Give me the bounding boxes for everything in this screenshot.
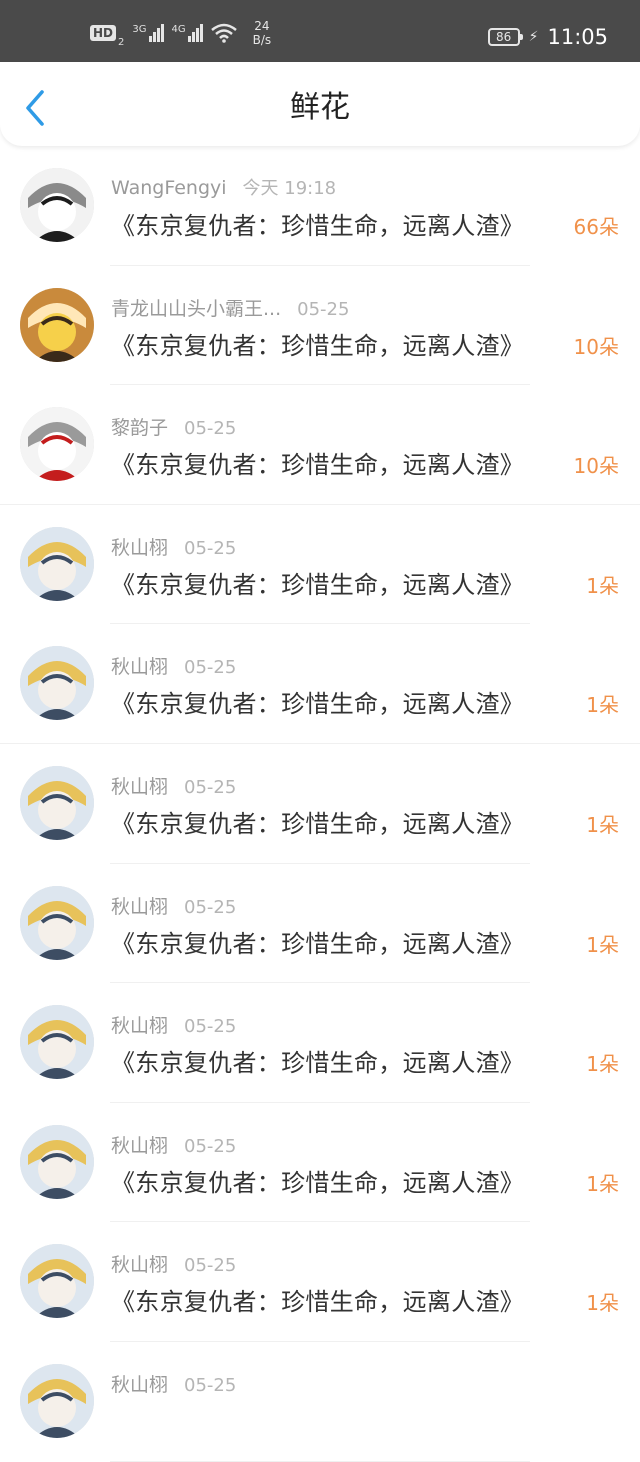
user-name[interactable]: 秋山栩 xyxy=(111,1370,168,1397)
item-meta: 秋山栩 05-25 xyxy=(111,1131,236,1158)
wifi-icon xyxy=(210,23,237,43)
user-name[interactable]: 秋山栩 xyxy=(111,1250,168,1277)
flower-count: 1朵 xyxy=(586,932,619,957)
timestamp: 05-25 xyxy=(184,418,237,440)
book-title[interactable]: 《东京复仇者：珍惜生命，远离人渣》 xyxy=(111,1163,524,1198)
book-title[interactable]: 《东京复仇者：珍惜生命，远离人渣》 xyxy=(111,924,524,959)
item-meta: WangFengyi 今天 19:18 xyxy=(111,174,336,200)
network-speed: 24 B/s xyxy=(253,19,272,47)
list-item[interactable]: WangFengyi 今天 19:18 《东京复仇者：珍惜生命，远离人渣》 66朵 xyxy=(0,146,640,266)
list-item[interactable]: 秋山栩 05-25 《东京复仇者：珍惜生命，远离人渣》 1朵 xyxy=(0,983,640,1103)
avatar[interactable] xyxy=(20,646,94,721)
item-meta: 秋山栩 05-25 xyxy=(111,652,236,679)
status-time: 11:05 xyxy=(547,25,608,49)
user-name[interactable]: 青龙山山头小霸王... xyxy=(111,294,281,321)
nav-bar: 鲜花 xyxy=(0,62,640,146)
avatar[interactable] xyxy=(20,407,94,482)
flower-count: 10朵 xyxy=(573,454,619,479)
book-title[interactable]: 《东京复仇者：珍惜生命，远离人渣》 xyxy=(111,565,524,600)
item-meta: 黎韵子 05-25 xyxy=(111,413,236,440)
speed-value: 24 xyxy=(254,19,270,33)
hd-badge: HD xyxy=(90,25,117,41)
user-name[interactable]: 秋山栩 xyxy=(111,1131,168,1158)
charging-icon: ⚡ xyxy=(528,29,539,45)
book-title[interactable]: 《东京复仇者：珍惜生命，远离人渣》 xyxy=(111,804,524,839)
list-item[interactable]: 秋山栩 05-25 《东京复仇者：珍惜生命，远离人渣》 1朵 xyxy=(0,744,640,864)
timestamp: 05-25 xyxy=(184,1135,237,1157)
flower-count: 1朵 xyxy=(586,812,619,837)
avatar[interactable] xyxy=(20,526,94,601)
status-bar-left: HD 2 3G 4G 24 B/s xyxy=(90,18,271,48)
signal-4g-icon: 4G xyxy=(172,24,203,42)
avatar[interactable] xyxy=(20,1124,94,1199)
book-title[interactable]: 《东京复仇者：珍惜生命，远离人渣》 xyxy=(111,326,524,361)
timestamp: 05-25 xyxy=(184,776,237,798)
user-name[interactable]: 秋山栩 xyxy=(111,772,168,799)
avatar[interactable] xyxy=(20,885,94,960)
timestamp: 今天 19:18 xyxy=(242,178,337,199)
speed-unit: B/s xyxy=(252,33,272,47)
item-meta: 秋山栩 05-25 xyxy=(111,533,236,560)
flower-list: WangFengyi 今天 19:18 《东京复仇者：珍惜生命，远离人渣》 66朵青龙… xyxy=(0,146,640,1462)
item-meta: 青龙山山头小霸王... 05-25 xyxy=(111,294,349,321)
book-title[interactable]: 《东京复仇者：珍惜生命，远离人渣》 xyxy=(111,684,524,719)
divider xyxy=(110,1460,530,1462)
item-meta: 秋山栩 05-25 xyxy=(111,1370,236,1397)
signal-3g-icon: 3G xyxy=(132,24,164,42)
item-meta: 秋山栩 05-25 xyxy=(111,772,236,799)
list-item[interactable]: 黎韵子 05-25 《东京复仇者：珍惜生命，远离人渣》 10朵 xyxy=(0,385,640,505)
user-name[interactable]: 秋山栩 xyxy=(111,652,168,679)
timestamp: 05-25 xyxy=(184,1016,237,1038)
book-title[interactable]: 《东京复仇者：珍惜生命，远离人渣》 xyxy=(111,445,524,480)
timestamp: 05-25 xyxy=(184,896,237,918)
timestamp: 05-25 xyxy=(184,1374,237,1396)
item-meta: 秋山栩 05-25 xyxy=(111,1011,236,1038)
flower-count: 1朵 xyxy=(586,573,619,598)
flower-count: 1朵 xyxy=(586,1052,619,1077)
timestamp: 05-25 xyxy=(184,1255,237,1277)
list-item[interactable]: 青龙山山头小霸王... 05-25 《东京复仇者：珍惜生命，远离人渣》 10朵 xyxy=(0,266,640,386)
list-item[interactable]: 秋山栩 05-25 《东京复仇者：珍惜生命，远离人渣》 1朵 xyxy=(0,624,640,744)
avatar[interactable] xyxy=(20,287,94,362)
avatar[interactable] xyxy=(20,765,94,840)
flower-count: 10朵 xyxy=(573,334,619,359)
sim-label: 2 xyxy=(118,37,125,48)
status-bar: HD 2 3G 4G 24 B/s 86 ⚡ 11:05 xyxy=(0,0,640,62)
status-bar-right: 86 ⚡ 11:05 xyxy=(487,22,608,52)
user-name[interactable]: 秋山栩 xyxy=(111,533,168,560)
list-item[interactable]: 秋山栩 05-25 xyxy=(0,1342,640,1462)
flower-count: 1朵 xyxy=(586,693,619,718)
battery-icon: 86 xyxy=(487,28,523,46)
list-item[interactable]: 秋山栩 05-25 《东京复仇者：珍惜生命，远离人渣》 1朵 xyxy=(0,1103,640,1223)
book-title[interactable]: 《东京复仇者：珍惜生命，远离人渣》 xyxy=(111,206,524,241)
avatar[interactable] xyxy=(20,168,94,242)
list-item[interactable]: 秋山栩 05-25 《东京复仇者：珍惜生命，远离人渣》 1朵 xyxy=(0,864,640,984)
flower-count: 1朵 xyxy=(586,1291,619,1316)
flower-count: 66朵 xyxy=(573,215,619,239)
timestamp: 05-25 xyxy=(184,537,237,559)
item-meta: 秋山栩 05-25 xyxy=(111,892,236,919)
list-item[interactable]: 秋山栩 05-25 《东京复仇者：珍惜生命，远离人渣》 1朵 xyxy=(0,505,640,625)
page-title: 鲜花 xyxy=(290,90,350,125)
flower-count: 1朵 xyxy=(586,1171,619,1196)
list-item[interactable]: 秋山栩 05-25 《东京复仇者：珍惜生命，远离人渣》 1朵 xyxy=(0,1222,640,1342)
network-3g-label: 3G xyxy=(132,24,147,35)
user-name[interactable]: 秋山栩 xyxy=(111,892,168,919)
timestamp: 05-25 xyxy=(297,298,350,320)
network-4g-label: 4G xyxy=(171,24,186,35)
book-title[interactable]: 《东京复仇者：珍惜生命，远离人渣》 xyxy=(111,1043,524,1078)
avatar[interactable] xyxy=(20,1363,94,1438)
timestamp: 05-25 xyxy=(184,657,237,679)
item-meta: 秋山栩 05-25 xyxy=(111,1250,236,1277)
user-name[interactable]: 黎韵子 xyxy=(111,413,168,440)
user-name[interactable]: WangFengyi xyxy=(111,177,227,199)
user-name[interactable]: 秋山栩 xyxy=(111,1011,168,1038)
avatar[interactable] xyxy=(20,1244,94,1319)
book-title[interactable]: 《东京复仇者：珍惜生命，远离人渣》 xyxy=(111,1282,524,1317)
avatar[interactable] xyxy=(20,1005,94,1080)
